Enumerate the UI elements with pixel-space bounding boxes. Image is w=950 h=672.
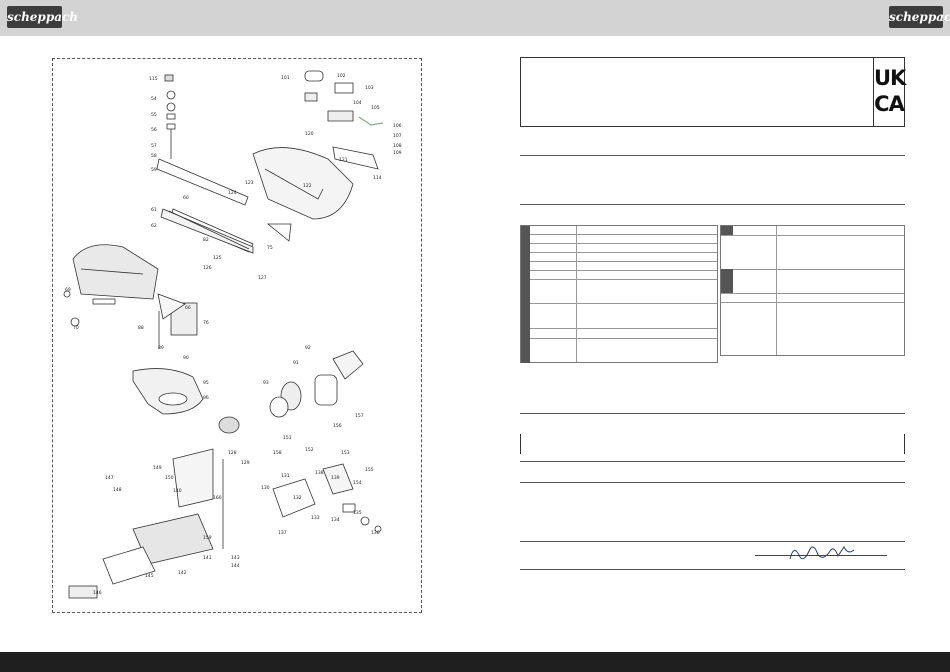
svg-text:151: 151 [283, 435, 292, 441]
svg-text:91: 91 [293, 360, 299, 366]
svg-text:150: 150 [165, 475, 174, 481]
svg-text:159: 159 [203, 535, 212, 541]
svg-text:92: 92 [305, 345, 311, 351]
svg-text:153: 153 [341, 450, 350, 456]
svg-text:96: 96 [203, 395, 209, 401]
section-divider [520, 482, 905, 483]
svg-text:70: 70 [73, 325, 79, 331]
svg-text:61: 61 [151, 207, 157, 213]
svg-text:109: 109 [393, 150, 402, 156]
svg-text:90: 90 [183, 355, 189, 361]
svg-text:125: 125 [213, 255, 222, 261]
svg-text:122: 122 [303, 183, 312, 189]
svg-text:59: 59 [151, 167, 157, 173]
svg-text:107: 107 [393, 133, 402, 139]
svg-text:66: 66 [185, 305, 191, 311]
svg-text:141: 141 [203, 555, 212, 561]
svg-text:157: 157 [355, 413, 364, 419]
empty-bordered-row [520, 434, 905, 454]
svg-text:89: 89 [158, 345, 164, 351]
svg-text:95: 95 [203, 380, 209, 386]
svg-text:88: 88 [138, 325, 144, 331]
svg-text:69: 69 [65, 287, 71, 293]
svg-text:57: 57 [151, 143, 157, 149]
section-divider [520, 204, 905, 205]
svg-text:127: 127 [258, 275, 267, 281]
svg-text:138: 138 [315, 470, 324, 476]
section-divider [520, 155, 905, 156]
svg-text:126: 126 [203, 265, 212, 271]
svg-text:145: 145 [145, 573, 154, 579]
ukca-mark: UK CA [873, 58, 906, 126]
svg-text:143: 143 [231, 555, 240, 561]
brand-logo-left: scheppach [7, 6, 78, 28]
svg-text:121: 121 [339, 157, 348, 163]
section-divider [520, 461, 905, 462]
svg-text:144: 144 [231, 563, 240, 569]
svg-text:58: 58 [151, 153, 157, 159]
spec-table-right [720, 225, 905, 356]
svg-text:60: 60 [183, 195, 189, 201]
svg-text:54: 54 [151, 96, 157, 102]
svg-text:129: 129 [241, 460, 250, 466]
spec-table-left [520, 225, 718, 363]
svg-text:155: 155 [365, 467, 374, 473]
section-divider [520, 413, 905, 414]
svg-text:120: 120 [305, 131, 314, 137]
ukca-mark-line2: CA [874, 92, 905, 116]
svg-text:139: 139 [331, 475, 340, 481]
svg-text:146: 146 [93, 590, 102, 596]
svg-text:102: 102 [337, 73, 346, 79]
svg-text:93: 93 [263, 380, 269, 386]
svg-text:62: 62 [151, 223, 157, 229]
parts-drawing: 115 54 55 56 57 58 59 60 61 62 66 69 70 75 76 82 88… [63, 70, 402, 599]
svg-text:149: 149 [153, 465, 162, 471]
svg-text:160: 160 [213, 495, 222, 501]
handwritten-signature [789, 546, 855, 560]
svg-text:101: 101 [281, 75, 290, 81]
svg-text:131: 131 [281, 473, 290, 479]
ukca-mark-line1: UK [874, 66, 906, 90]
svg-text:147: 147 [105, 475, 114, 481]
svg-text:82: 82 [203, 237, 209, 243]
footer-bar [0, 652, 950, 672]
svg-text:123: 123 [245, 180, 254, 186]
svg-text:76: 76 [203, 320, 209, 326]
svg-text:137: 137 [278, 530, 287, 536]
svg-text:115: 115 [149, 76, 158, 82]
svg-text:75: 75 [267, 245, 273, 251]
svg-text:114: 114 [373, 175, 382, 181]
section-divider [520, 569, 905, 570]
svg-text:140: 140 [173, 488, 182, 494]
svg-text:136: 136 [371, 530, 380, 536]
svg-text:132: 132 [293, 495, 302, 501]
svg-text:106: 106 [393, 123, 402, 129]
svg-text:128: 128 [228, 450, 237, 456]
svg-text:124: 124 [228, 190, 237, 196]
svg-text:142: 142 [178, 570, 187, 576]
svg-text:148: 148 [113, 487, 122, 493]
svg-text:158: 158 [273, 450, 282, 456]
svg-text:134: 134 [331, 517, 340, 523]
exploded-parts-diagram: 115 54 55 56 57 58 59 60 61 62 66 69 70 75 76 82 88… [52, 58, 422, 613]
svg-text:133: 133 [311, 515, 320, 521]
svg-text:154: 154 [353, 480, 362, 486]
svg-text:156: 156 [333, 423, 342, 429]
svg-text:130: 130 [261, 485, 270, 491]
svg-text:55: 55 [151, 112, 157, 118]
certification-header-box: UK CA [520, 57, 906, 127]
svg-text:135: 135 [353, 510, 362, 516]
svg-text:103: 103 [365, 85, 374, 91]
svg-text:108: 108 [393, 143, 402, 149]
header-bar: scheppach scheppach [0, 0, 950, 36]
svg-text:104: 104 [353, 100, 362, 106]
signature-line [755, 555, 887, 556]
svg-text:152: 152 [305, 447, 314, 453]
brand-logo-right: scheppach [889, 6, 950, 28]
svg-text:105: 105 [371, 105, 380, 111]
svg-text:56: 56 [151, 127, 157, 133]
